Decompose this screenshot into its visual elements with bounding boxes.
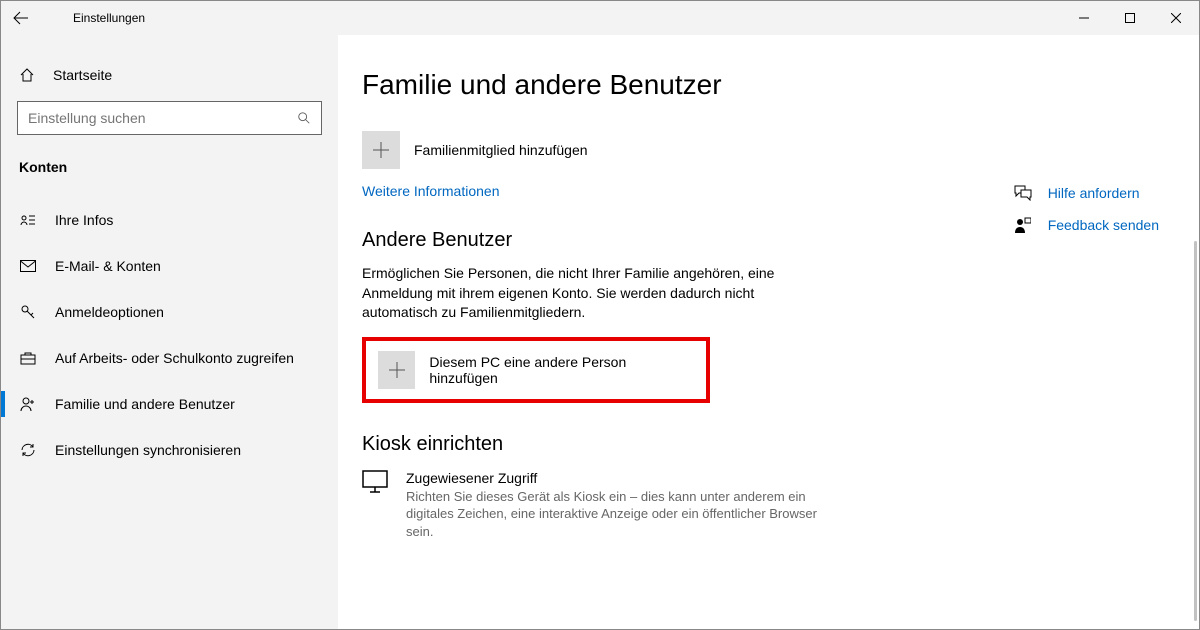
- sidebar-item-label: E-Mail- & Konten: [55, 258, 161, 274]
- search-box[interactable]: [17, 101, 322, 135]
- help-chat-icon: [1014, 185, 1032, 201]
- add-other-label: Diesem PC eine andere Person hinzufügen: [429, 354, 694, 386]
- key-icon: [19, 304, 37, 320]
- help-link-label: Hilfe anfordern: [1048, 185, 1140, 201]
- scrollbar[interactable]: [1194, 241, 1197, 621]
- search-icon: [297, 111, 311, 125]
- kiosk-title: Zugewiesener Zugriff: [406, 470, 832, 486]
- feedback-link-label: Feedback senden: [1048, 217, 1159, 233]
- back-button[interactable]: [1, 1, 41, 35]
- maximize-button[interactable]: [1107, 1, 1153, 35]
- sidebar-item-signin-options[interactable]: Anmeldeoptionen: [1, 289, 338, 335]
- highlight-annotation: Diesem PC eine andere Person hinzufügen: [362, 337, 710, 403]
- sidebar-item-work-school[interactable]: Auf Arbeits- oder Schulkonto zugreifen: [1, 335, 338, 381]
- home-icon: [19, 67, 35, 83]
- sidebar-item-email-accounts[interactable]: E-Mail- & Konten: [1, 243, 338, 289]
- add-other-person-button[interactable]: Diesem PC eine andere Person hinzufügen: [378, 351, 694, 389]
- get-help-link[interactable]: Hilfe anfordern: [1014, 185, 1159, 201]
- plus-tile: [362, 131, 400, 169]
- kiosk-heading: Kiosk einrichten: [362, 433, 1199, 456]
- search-input[interactable]: [28, 110, 297, 126]
- person-plus-icon: [19, 396, 37, 412]
- sidebar-item-sync-settings[interactable]: Einstellungen synchronisieren: [1, 427, 338, 473]
- minimize-button[interactable]: [1061, 1, 1107, 35]
- sidebar-item-label: Anmeldeoptionen: [55, 304, 164, 320]
- briefcase-icon: [19, 351, 37, 365]
- sidebar-item-label: Ihre Infos: [55, 212, 113, 228]
- other-users-description: Ermöglichen Sie Personen, die nicht Ihre…: [362, 264, 792, 323]
- settings-window: Einstellungen Startseite: [0, 0, 1200, 630]
- plus-tile: [378, 351, 415, 389]
- titlebar: Einstellungen: [1, 1, 1199, 35]
- right-links-panel: Hilfe anfordern Feedback senden: [1014, 185, 1159, 233]
- add-family-member-button[interactable]: Familienmitglied hinzufügen: [362, 131, 1199, 169]
- close-button[interactable]: [1153, 1, 1199, 35]
- assigned-access-button[interactable]: Zugewiesener Zugriff Richten Sie dieses …: [362, 470, 832, 541]
- mail-icon: [19, 260, 37, 272]
- sidebar-section-label: Konten: [1, 153, 338, 197]
- more-info-link[interactable]: Weitere Informationen: [362, 183, 499, 199]
- sidebar-item-label: Einstellungen synchronisieren: [55, 442, 241, 458]
- sync-icon: [19, 442, 37, 458]
- kiosk-description: Richten Sie dieses Gerät als Kiosk ein –…: [406, 488, 832, 541]
- plus-icon: [388, 361, 406, 379]
- window-title: Einstellungen: [73, 11, 145, 25]
- page-title: Familie und andere Benutzer: [362, 69, 1199, 101]
- give-feedback-link[interactable]: Feedback senden: [1014, 217, 1159, 233]
- home-link[interactable]: Startseite: [1, 57, 338, 93]
- add-family-label: Familienmitglied hinzufügen: [414, 142, 588, 158]
- home-label: Startseite: [53, 67, 112, 83]
- monitor-icon: [362, 470, 388, 541]
- sidebar-item-label: Familie und andere Benutzer: [55, 396, 235, 412]
- sidebar-item-your-info[interactable]: Ihre Infos: [1, 197, 338, 243]
- sidebar: Startseite Konten Ihre Infos: [1, 35, 338, 629]
- maximize-icon: [1125, 13, 1135, 23]
- content-area: Startseite Konten Ihre Infos: [1, 35, 1199, 629]
- arrow-left-icon: [13, 10, 29, 26]
- person-card-icon: [19, 213, 37, 227]
- main-panel: Familie und andere Benutzer Familienmitg…: [338, 35, 1199, 629]
- plus-icon: [372, 141, 390, 159]
- sidebar-item-label: Auf Arbeits- oder Schulkonto zugreifen: [55, 350, 294, 366]
- sidebar-item-family-users[interactable]: Familie und andere Benutzer: [1, 381, 338, 427]
- feedback-person-icon: [1014, 217, 1032, 233]
- minimize-icon: [1079, 13, 1089, 23]
- close-icon: [1171, 13, 1181, 23]
